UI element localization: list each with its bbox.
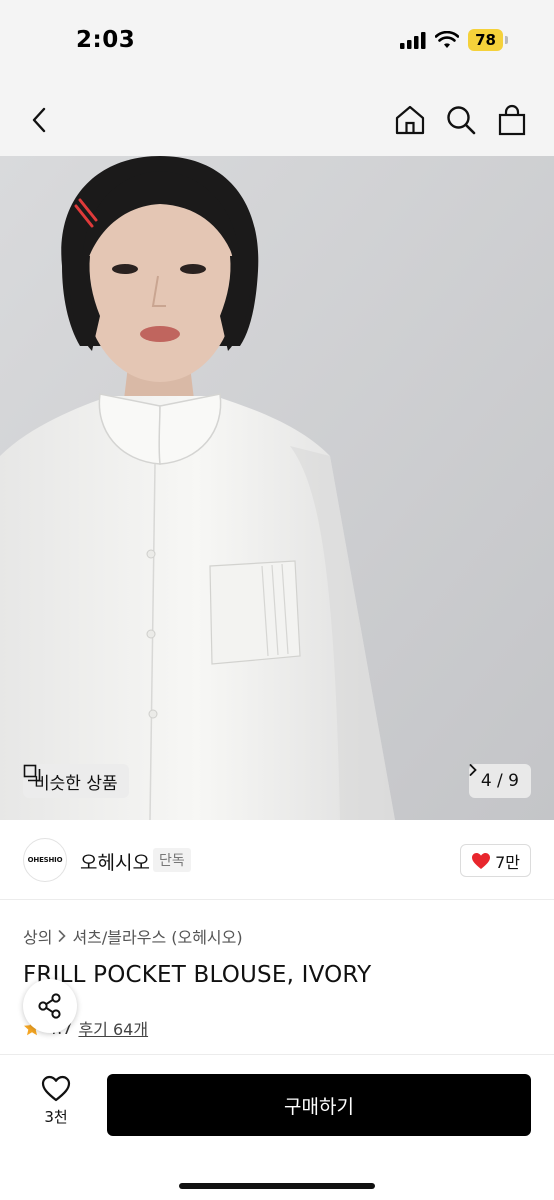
status-time: 2:03: [76, 27, 136, 53]
home-icon: [395, 105, 425, 135]
share-button[interactable]: [23, 979, 77, 1033]
page-indicator-text: 4 / 9: [480, 771, 519, 791]
breadcrumb: 상의 셔츠/블라우스 (오헤시오): [23, 924, 243, 948]
reviews-link[interactable]: 후기 64개: [78, 1016, 148, 1040]
product-photo: [0, 156, 554, 820]
heart-filled-icon: [472, 852, 491, 869]
similar-products-button[interactable]: 비슷한 상품: [23, 764, 129, 798]
brand-like-count: 7만: [495, 852, 520, 872]
brand-row: OHESHIO 오헤시오 단독 7만: [0, 820, 554, 900]
signal-icon: [400, 31, 426, 49]
search-icon: [447, 106, 476, 135]
heart-outline-icon: [41, 1075, 71, 1102]
back-button[interactable]: [22, 102, 58, 138]
battery-nub: [505, 36, 508, 44]
status-icons: 78: [400, 29, 508, 51]
similar-products-label: 비슷한 상품: [34, 773, 118, 794]
breadcrumb-subcategory[interactable]: 셔츠/블라우스 (오헤시오): [72, 924, 242, 948]
breadcrumb-category[interactable]: 상의: [23, 924, 52, 948]
search-button[interactable]: [443, 102, 479, 138]
cart-button[interactable]: [494, 102, 530, 138]
wishlist-count: 3천: [44, 1108, 68, 1126]
product-image[interactable]: 비슷한 상품 4 / 9: [0, 156, 554, 820]
exclusive-badge: 단독: [153, 848, 191, 872]
brand-like-button[interactable]: 7만: [460, 844, 531, 877]
battery-indicator: 78: [468, 29, 503, 51]
chevron-right-icon: [469, 764, 477, 776]
home-button[interactable]: [392, 102, 428, 138]
bottom-purchase-bar: 3천 구매하기: [0, 1054, 554, 1200]
buy-button[interactable]: 구매하기: [107, 1074, 531, 1136]
similar-items-icon: [23, 764, 41, 782]
status-bar: 2:03 78: [0, 0, 554, 84]
home-indicator: [179, 1183, 375, 1189]
brand-logo[interactable]: OHESHIO: [23, 838, 67, 882]
wifi-icon: [435, 31, 460, 48]
share-icon: [38, 993, 61, 1019]
nav-bar: [0, 84, 554, 156]
brand-name[interactable]: 오헤시오: [80, 848, 150, 875]
chevron-right-icon: [59, 930, 67, 942]
product-title: FRILL POCKET BLOUSE, IVORY: [23, 962, 372, 988]
chevron-left-icon: [32, 107, 46, 133]
image-page-indicator[interactable]: 4 / 9: [468, 764, 531, 798]
shopping-bag-icon: [498, 104, 526, 136]
wishlist-button[interactable]: 3천: [26, 1075, 86, 1135]
